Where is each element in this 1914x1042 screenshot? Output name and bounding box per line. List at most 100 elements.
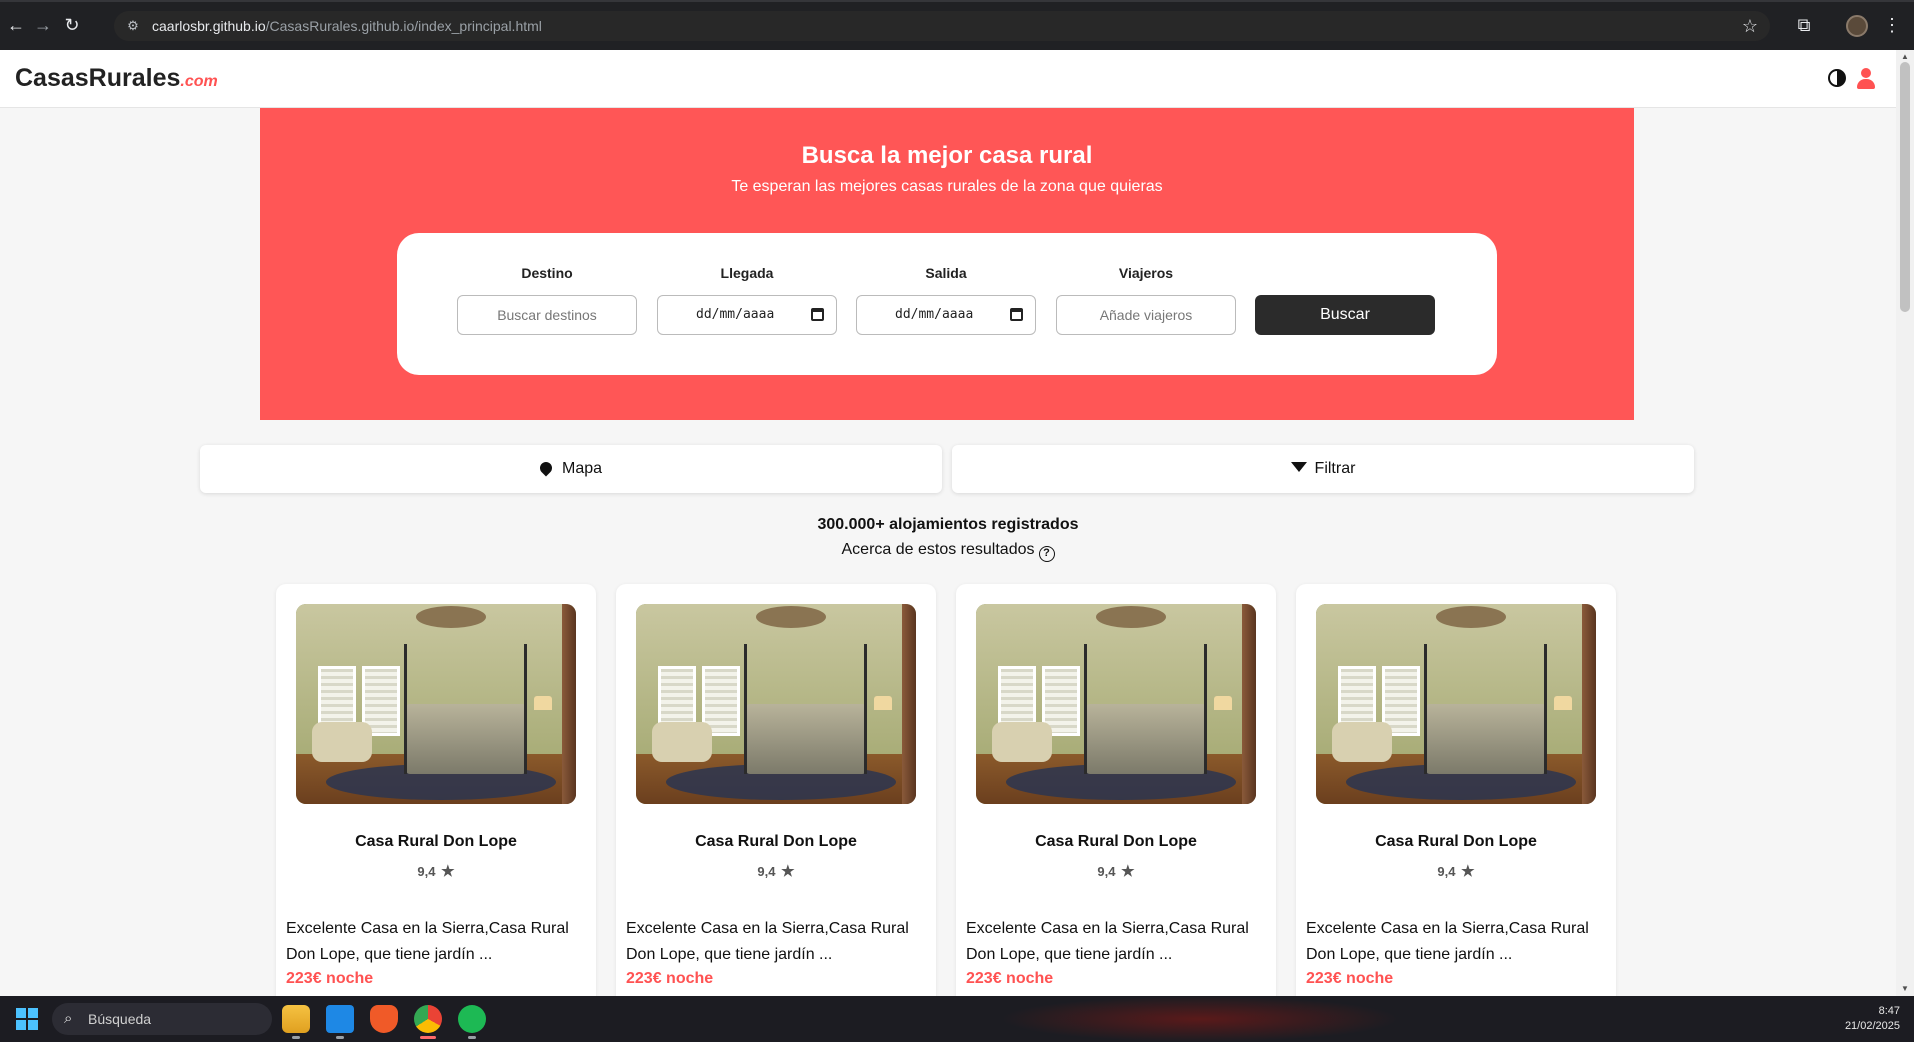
listing-photo[interactable] <box>636 604 916 804</box>
arrival-date-input[interactable]: dd/mm/aaaa <box>657 295 837 335</box>
search-button[interactable]: Buscar <box>1255 295 1435 335</box>
star-icon: ★ <box>781 863 795 880</box>
destination-input[interactable]: Buscar destinos <box>457 295 637 335</box>
listing-title[interactable]: Casa Rural Don Lope <box>616 833 936 851</box>
clock-date: 21/02/2025 <box>1844 1020 1900 1032</box>
departure-label: Salida <box>925 265 967 281</box>
filter-icon <box>1290 462 1307 472</box>
rating-value: 9,4 <box>757 864 776 879</box>
departure-field: Salida dd/mm/aaaa <box>856 265 1036 335</box>
listing-price: 223€ noche <box>286 970 374 987</box>
system-clock[interactable]: 8:47 21/02/2025 <box>1820 1004 1900 1034</box>
destination-label: Destino <box>521 265 573 281</box>
puzzle-icon[interactable]: ⧉ <box>1792 13 1816 37</box>
listing-photo[interactable] <box>1316 604 1596 804</box>
listing-card[interactable]: Casa Rural Don Lope 9,4 ★ Excelente Casa… <box>616 584 936 996</box>
filter-label: Filtrar <box>1314 460 1356 477</box>
listing-price: 223€ noche <box>1306 970 1394 987</box>
listing-photo[interactable] <box>976 604 1256 804</box>
listing-title[interactable]: Casa Rural Don Lope <box>956 833 1276 851</box>
listing-card[interactable]: Casa Rural Don Lope 9,4 ★ Excelente Casa… <box>956 584 1276 996</box>
profile-avatar[interactable] <box>1846 15 1868 37</box>
arrival-label: Llegada <box>720 265 774 281</box>
listing-rating: 9,4 ★ <box>276 862 596 880</box>
travelers-input[interactable]: Añade viajeros <box>1056 295 1236 335</box>
search-form: Destino Buscar destinos Llegada dd/mm/aa… <box>397 233 1497 375</box>
scroll-thumb[interactable] <box>1900 62 1910 312</box>
os-taskbar: ⌕ Búsqueda 8:47 21/02/2025 <box>0 996 1914 1042</box>
url-host: caarlosbr.github.io <box>152 18 266 34</box>
clock-time: 8:47 <box>1878 1005 1900 1017</box>
listing-rating: 9,4 ★ <box>956 862 1276 880</box>
contrast-icon[interactable] <box>1828 69 1846 87</box>
logo-main: CasasRurales <box>15 64 181 92</box>
scroll-up-icon[interactable]: ▲ <box>1900 52 1910 61</box>
scroll-down-icon[interactable]: ▼ <box>1900 984 1910 993</box>
address-bar[interactable]: ⚙ caarlosbr.github.io/CasasRurales.githu… <box>114 11 1770 41</box>
brave-icon[interactable] <box>370 1005 398 1033</box>
rating-value: 9,4 <box>1097 864 1116 879</box>
file-explorer-icon[interactable] <box>282 1005 310 1033</box>
running-indicator <box>468 1036 476 1039</box>
site-info-icon[interactable]: ⚙ <box>124 17 142 35</box>
listing-price: 223€ noche <box>966 970 1054 987</box>
hero-banner: Busca la mejor casa rural Te esperan las… <box>260 108 1634 420</box>
hero-title: Busca la mejor casa rural <box>801 142 1093 169</box>
kebab-menu-icon[interactable]: ⋮ <box>1880 13 1904 37</box>
logo-suffix: .com <box>180 73 218 90</box>
travelers-label: Viajeros <box>1118 265 1174 281</box>
star-icon: ★ <box>1121 863 1135 880</box>
filter-button[interactable]: Filtrar <box>952 445 1694 493</box>
listing-title[interactable]: Casa Rural Don Lope <box>276 833 596 851</box>
departure-date-input[interactable]: dd/mm/aaaa <box>856 295 1036 335</box>
calendar-icon[interactable] <box>1010 308 1023 321</box>
travelers-field: Viajeros Añade viajeros <box>1056 265 1236 335</box>
star-icon[interactable]: ☆ <box>1742 16 1758 37</box>
vscode-icon[interactable] <box>326 1005 354 1033</box>
departure-date-value: dd/mm/aaaa <box>895 307 974 322</box>
site-logo[interactable]: CasasRurales.com <box>15 64 218 93</box>
listing-card[interactable]: Casa Rural Don Lope 9,4 ★ Excelente Casa… <box>1296 584 1616 996</box>
taskbar-search[interactable]: ⌕ Búsqueda <box>52 1003 272 1035</box>
chrome-icon[interactable] <box>414 1005 442 1033</box>
rating-value: 9,4 <box>417 864 436 879</box>
listing-photo[interactable] <box>296 604 576 804</box>
calendar-icon[interactable] <box>811 308 824 321</box>
destination-field: Destino Buscar destinos <box>457 265 637 335</box>
browser-toolbar: ← → ↻ ⚙ caarlosbr.github.io/CasasRurales… <box>0 0 1914 50</box>
listing-rating: 9,4 ★ <box>1296 862 1616 880</box>
url-text[interactable]: caarlosbr.github.io/CasasRurales.github.… <box>152 18 542 34</box>
windows-start-icon[interactable] <box>16 1008 38 1030</box>
user-icon[interactable] <box>1856 68 1876 90</box>
site-header: CasasRurales.com <box>0 50 1896 108</box>
listing-description: Excelente Casa en la Sierra,Casa Rural D… <box>1306 920 1589 963</box>
help-circle-icon[interactable]: ? <box>1038 546 1055 562</box>
arrow-left-icon[interactable]: ← <box>4 13 28 37</box>
results-about-label: Acerca de estos resultados <box>841 541 1035 558</box>
results-about[interactable]: Acerca de estos resultados? <box>0 541 1896 562</box>
reload-icon[interactable]: ↻ <box>60 13 84 37</box>
running-indicator <box>336 1036 344 1039</box>
listing-description: Excelente Casa en la Sierra,Casa Rural D… <box>966 920 1249 963</box>
listing-card[interactable]: Casa Rural Don Lope 9,4 ★ Excelente Casa… <box>276 584 596 996</box>
rating-value: 9,4 <box>1437 864 1456 879</box>
search-icon: ⌕ <box>64 1010 73 1027</box>
arrow-right-icon[interactable]: → <box>31 13 55 37</box>
listing-rating: 9,4 ★ <box>616 862 936 880</box>
map-label: Mapa <box>561 460 603 477</box>
arrival-field: Llegada dd/mm/aaaa <box>657 265 837 335</box>
arrival-date-value: dd/mm/aaaa <box>696 307 775 322</box>
map-pin-icon <box>537 459 555 477</box>
active-indicator <box>420 1036 436 1039</box>
spotify-icon[interactable] <box>458 1005 486 1033</box>
listing-title[interactable]: Casa Rural Don Lope <box>1296 833 1616 851</box>
hero-subtitle: Te esperan las mejores casas rurales de … <box>731 178 1163 195</box>
listing-description: Excelente Casa en la Sierra,Casa Rural D… <box>286 920 569 963</box>
star-icon: ★ <box>441 863 455 880</box>
running-indicator <box>292 1036 300 1039</box>
listing-description: Excelente Casa en la Sierra,Casa Rural D… <box>626 920 909 963</box>
url-path: /CasasRurales.github.io/index_principal.… <box>265 18 542 34</box>
page-scrollbar[interactable]: ▲ ▼ <box>1896 50 1914 996</box>
star-icon: ★ <box>1461 863 1475 880</box>
map-button[interactable]: Mapa <box>200 445 942 493</box>
